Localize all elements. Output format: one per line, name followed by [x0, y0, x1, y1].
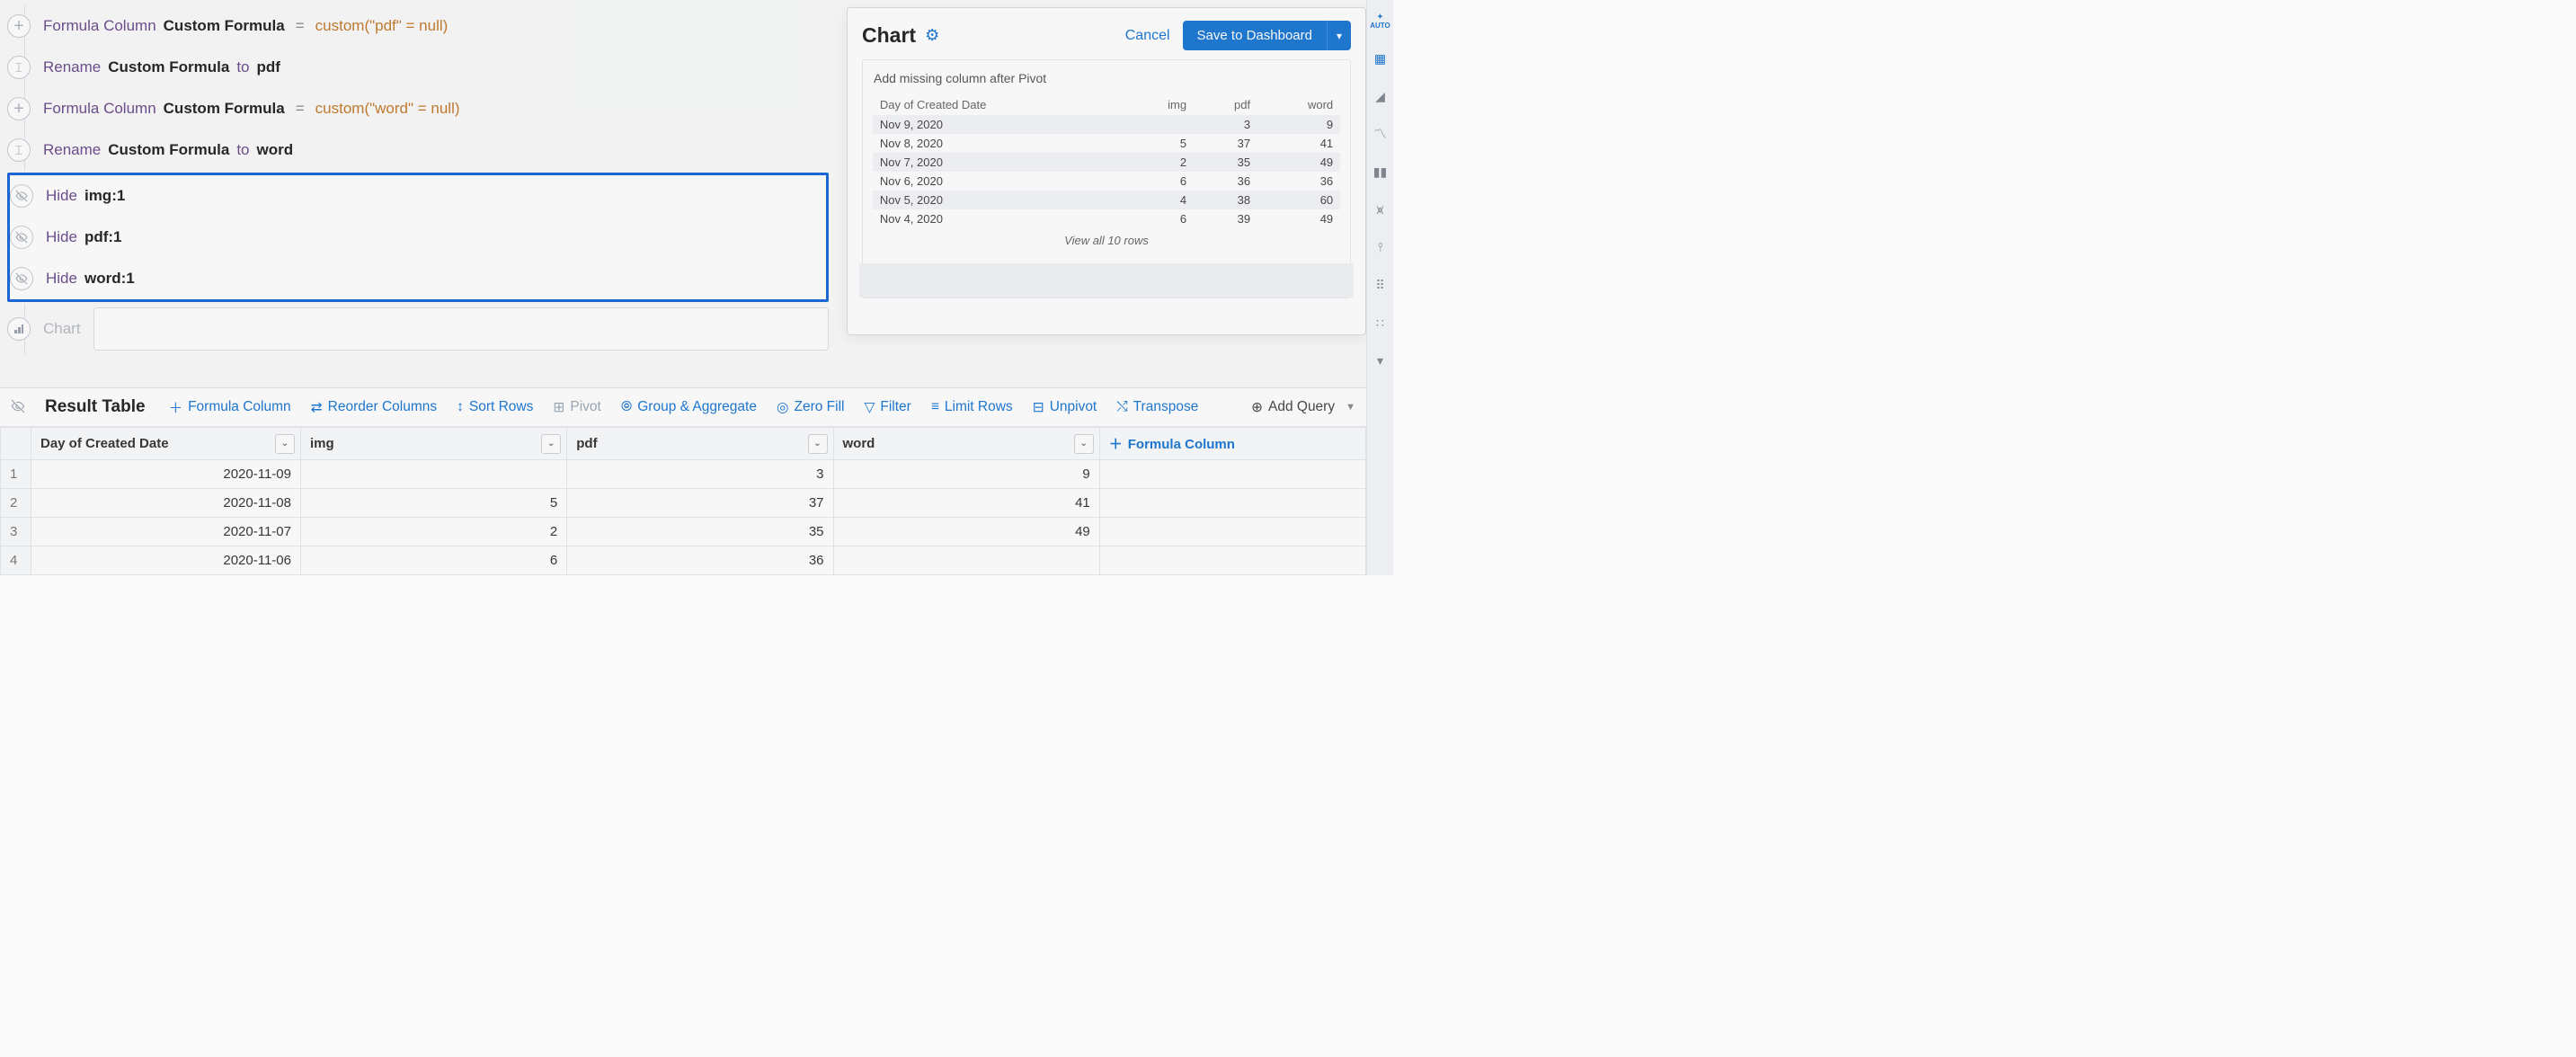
- bubble-chart-icon[interactable]: ∷: [1367, 309, 1394, 336]
- add-query-button[interactable]: ⊕Add Query▼: [1251, 399, 1355, 416]
- table-row[interactable]: 12020-11-0939: [1, 460, 1366, 489]
- step-expression: custom("pdf" = null): [315, 17, 449, 35]
- step-col-name: Custom Formula: [164, 100, 285, 118]
- step-chart[interactable]: Chart: [7, 304, 829, 354]
- unpivot-button[interactable]: ⊟Unpivot: [1033, 399, 1097, 416]
- pivot-button[interactable]: ⊞Pivot: [553, 399, 600, 416]
- chart-step-label: Chart: [43, 320, 81, 338]
- plus-icon: [7, 14, 31, 38]
- chevron-down-icon[interactable]: ⌄: [808, 434, 828, 454]
- bar-chart-icon[interactable]: ▮▮: [1367, 158, 1394, 185]
- col-header-word[interactable]: word⌄: [833, 428, 1099, 460]
- step-rename-2[interactable]: Rename Custom Formula to word: [7, 129, 829, 171]
- rename-prefix: Rename: [43, 141, 101, 159]
- step-label: Formula Column: [43, 17, 156, 35]
- table-chart-icon[interactable]: ▦: [1367, 45, 1394, 72]
- auto-chart-icon[interactable]: ✦AUTO: [1367, 7, 1394, 34]
- line-chart-icon[interactable]: 〽: [1367, 120, 1394, 147]
- more-chart-icon[interactable]: ▾: [1367, 347, 1394, 374]
- save-dropdown-button[interactable]: ▾: [1327, 21, 1351, 50]
- mini-th-word: word: [1257, 94, 1340, 115]
- col-header-img[interactable]: img⌄: [301, 428, 567, 460]
- result-toolbar: Result Table ＋Formula Column ⇄Reorder Co…: [0, 388, 1366, 427]
- step-formula-1[interactable]: Formula Column Custom Formula = custom("…: [7, 5, 829, 47]
- chevron-down-icon[interactable]: ⌄: [275, 434, 295, 454]
- result-section: Result Table ＋Formula Column ⇄Reorder Co…: [0, 387, 1366, 575]
- col-header-formula[interactable]: ＋Formula Column: [1099, 428, 1365, 460]
- chart-panel: Chart ⚙ Cancel Save to Dashboard ▾ Add m…: [847, 7, 1366, 335]
- view-all-rows-link[interactable]: View all 10 rows: [863, 234, 1350, 247]
- hide-col: pdf:1: [84, 228, 122, 246]
- rename-from: Custom Formula: [108, 58, 229, 76]
- rownum-header: [1, 428, 31, 460]
- step-label: Formula Column: [43, 100, 156, 118]
- step-hide-pdf[interactable]: Hide pdf:1: [10, 217, 826, 258]
- hide-col: img:1: [84, 187, 125, 205]
- formula-column-button[interactable]: ＋Formula Column: [169, 397, 291, 417]
- mini-th-img: img: [1124, 94, 1194, 115]
- hide-icon: [10, 267, 33, 290]
- col-header-date[interactable]: Day of Created Date⌄: [31, 428, 301, 460]
- limit-rows-button[interactable]: ≡Limit Rows: [931, 399, 1013, 415]
- bar-chart-icon: [7, 317, 31, 341]
- chevron-down-icon: ▼: [1346, 402, 1355, 413]
- step-formula-2[interactable]: Formula Column Custom Formula = custom("…: [7, 88, 829, 129]
- chart-input[interactable]: [93, 307, 829, 351]
- chart-panel-title: Chart: [862, 23, 916, 48]
- rename-icon: [7, 56, 31, 79]
- plus-icon: [7, 97, 31, 120]
- chart-message: Add missing column after Pivot: [863, 69, 1350, 94]
- sort-rows-button[interactable]: ↕Sort Rows: [457, 399, 533, 415]
- chart-type-sidebar: ✦AUTO ▦ ◢ 〽 ▮▮ ⩙ ⫯ ⠿ ∷ ▾: [1366, 0, 1393, 575]
- step-hide-word[interactable]: Hide word:1: [10, 258, 826, 299]
- chart-preview-table: Day of Created Date img pdf word Nov 9, …: [873, 94, 1340, 228]
- table-row[interactable]: 32020-11-0723549: [1, 518, 1366, 546]
- hide-prefix: Hide: [46, 270, 77, 288]
- steps-panel: Formula Column Custom Formula = custom("…: [0, 0, 836, 363]
- sparkline-chart-icon[interactable]: ⩙: [1367, 196, 1394, 223]
- step-col-name: Custom Formula: [164, 17, 285, 35]
- combo-chart-icon[interactable]: ⫯: [1367, 234, 1394, 261]
- rename-prefix: Rename: [43, 58, 101, 76]
- filter-button[interactable]: ▽Filter: [864, 399, 910, 416]
- hide-icon: [10, 226, 33, 249]
- mini-th-pdf: pdf: [1194, 94, 1257, 115]
- gear-icon[interactable]: ⚙: [925, 26, 939, 45]
- table-row[interactable]: 22020-11-0853741: [1, 489, 1366, 518]
- equals-sign: =: [296, 17, 305, 35]
- rename-to-word: to: [236, 58, 249, 76]
- highlighted-steps: Hide img:1 Hide pdf:1 Hide word:1: [7, 173, 829, 302]
- visibility-icon[interactable]: [11, 399, 25, 416]
- save-to-dashboard-button[interactable]: Save to Dashboard: [1183, 21, 1327, 50]
- step-rename-1[interactable]: Rename Custom Formula to pdf: [7, 47, 829, 88]
- hide-col: word:1: [84, 270, 135, 288]
- scatter-chart-icon[interactable]: ⠿: [1367, 271, 1394, 298]
- table-row[interactable]: 42020-11-06636: [1, 546, 1366, 575]
- step-expression: custom("word" = null): [315, 100, 460, 118]
- rename-to: pdf: [257, 58, 280, 76]
- step-hide-img[interactable]: Hide img:1: [10, 175, 826, 217]
- equals-sign: =: [296, 100, 305, 118]
- hide-icon: [10, 184, 33, 208]
- zero-fill-button[interactable]: ◎Zero Fill: [777, 399, 845, 416]
- group-aggregate-button[interactable]: ⦾Group & Aggregate: [621, 399, 757, 415]
- rename-to: word: [257, 141, 294, 159]
- rename-icon: [7, 138, 31, 162]
- hide-prefix: Hide: [46, 228, 77, 246]
- chevron-down-icon[interactable]: ⌄: [1074, 434, 1094, 454]
- cancel-button[interactable]: Cancel: [1125, 28, 1170, 44]
- chart-render-area: [859, 263, 1354, 298]
- area-chart-icon[interactable]: ◢: [1367, 83, 1394, 110]
- mini-th-date: Day of Created Date: [873, 94, 1124, 115]
- result-title: Result Table: [45, 397, 146, 417]
- col-header-pdf[interactable]: pdf⌄: [567, 428, 833, 460]
- transpose-button[interactable]: ⤭Transpose: [1116, 399, 1198, 415]
- chevron-down-icon[interactable]: ⌄: [541, 434, 561, 454]
- reorder-columns-button[interactable]: ⇄Reorder Columns: [311, 399, 437, 416]
- rename-from: Custom Formula: [108, 141, 229, 159]
- result-grid: Day of Created Date⌄ img⌄ pdf⌄ word⌄ ＋Fo…: [0, 427, 1366, 575]
- rename-to-word: to: [236, 141, 249, 159]
- hide-prefix: Hide: [46, 187, 77, 205]
